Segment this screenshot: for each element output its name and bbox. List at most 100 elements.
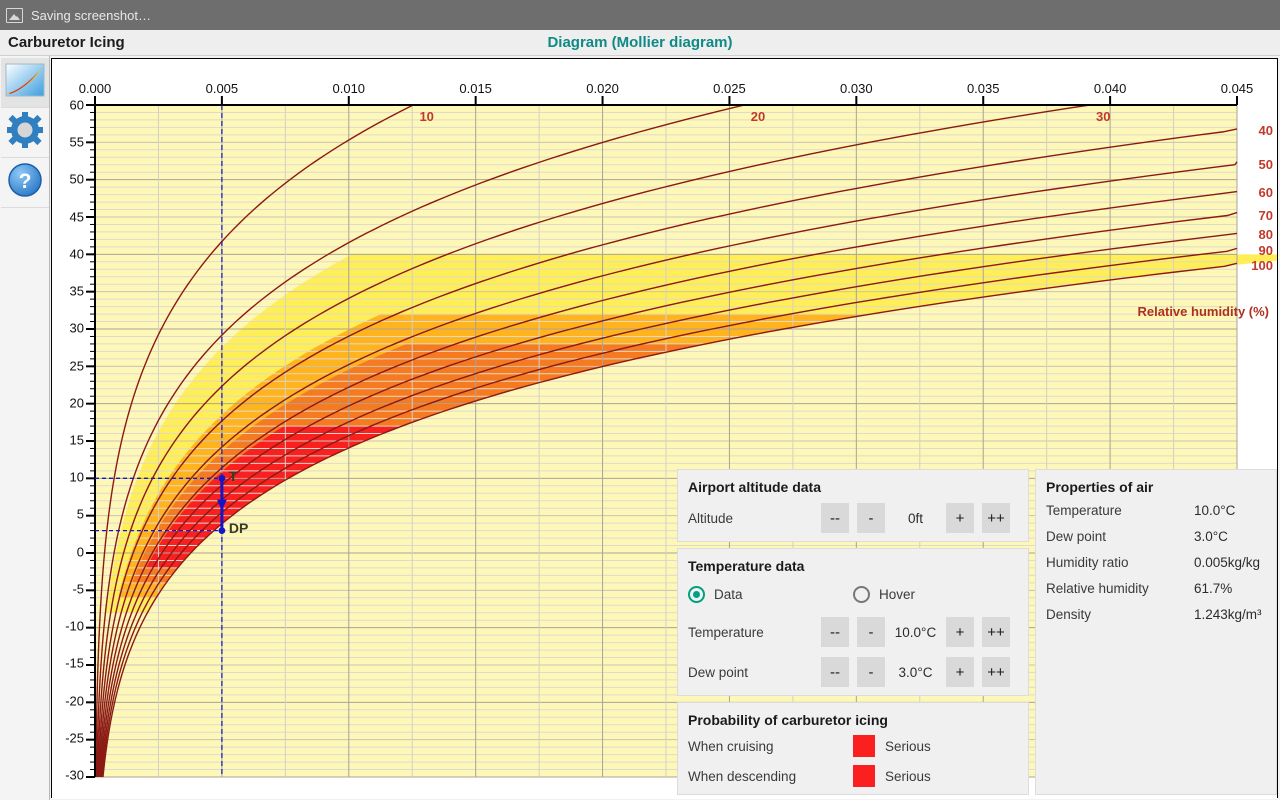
help-icon: ? xyxy=(7,162,43,203)
svg-text:?: ? xyxy=(18,170,31,193)
dew-point-decrement-large-button[interactable]: -- xyxy=(821,657,849,687)
rh-curve-label: 100 xyxy=(1251,258,1273,274)
sidebar-item-settings[interactable] xyxy=(0,108,49,158)
y-axis-tick: 10 xyxy=(69,469,84,485)
temperature-row: Temperature -- - 10.0°C + ++ xyxy=(678,615,1028,655)
probability-row-cruising: When cruising Serious xyxy=(678,734,1028,764)
properties-rows: Temperature 10.0°C Dew point 3.0°C Humidity … xyxy=(1036,501,1276,631)
app-title-bar: Carburetor Icing Diagram (Mollier diagra… xyxy=(0,30,1280,56)
y-axis-tick: -20 xyxy=(65,693,84,709)
rh-curve-label: 20 xyxy=(750,109,766,124)
y-axis-tick: 45 xyxy=(69,209,84,225)
property-value: 1.243kg/m³ xyxy=(1194,607,1262,622)
probability-title: Probability of carburetor icing xyxy=(688,712,888,728)
y-axis-tick: 50 xyxy=(69,171,84,187)
temperature-value: 10.0°C xyxy=(894,624,937,640)
y-axis-tick: 25 xyxy=(69,358,84,373)
temperature-decrement-large-button[interactable]: -- xyxy=(821,617,849,647)
mollier-diagram[interactable]: Temperature (°C) Humidity ratio (kg/kg) … xyxy=(51,58,1278,799)
property-row: Humidity ratio 0.005kg/kg xyxy=(1036,553,1276,579)
properties-of-air-title: Properties of air xyxy=(1046,479,1154,495)
descending-status: Serious xyxy=(885,768,931,784)
airport-altitude-title: Airport altitude data xyxy=(688,479,822,495)
property-name: Relative humidity xyxy=(1046,581,1149,596)
y-axis-tick: -10 xyxy=(65,618,84,634)
temperature-increment-large-button[interactable]: ++ xyxy=(982,617,1011,647)
cruising-status-swatch xyxy=(853,735,875,757)
rh-curve-label: 60 xyxy=(1258,185,1273,201)
x-axis-tick: 0.035 xyxy=(966,81,1000,96)
property-name: Humidity ratio xyxy=(1046,555,1129,570)
altitude-row: Altitude -- - 0ft + ++ xyxy=(678,501,1028,541)
radio-hover-indicator[interactable] xyxy=(853,586,870,603)
point-label-DP: DP xyxy=(228,520,249,537)
y-axis-tick: 35 xyxy=(69,283,84,299)
image-icon xyxy=(6,7,23,23)
property-value: 0.005kg/kg xyxy=(1194,555,1261,570)
dew-point-label: Dew point xyxy=(688,664,749,680)
x-axis-tick: 0.010 xyxy=(332,81,366,96)
relative-humidity-axis-title: Relative humidity (%) xyxy=(1137,303,1269,319)
property-value: 10.0°C xyxy=(1194,503,1236,518)
rh-curve-label: 70 xyxy=(1258,207,1273,223)
property-name: Density xyxy=(1046,607,1092,622)
sidebar-item-diagram[interactable] xyxy=(0,58,49,108)
cruising-label: When cruising xyxy=(688,738,774,754)
property-row: Density 1.243kg/m³ xyxy=(1036,605,1276,631)
sidebar-item-help[interactable]: ? xyxy=(0,158,49,208)
rh-curve-label: 90 xyxy=(1258,243,1273,259)
altitude-increment-large-button[interactable]: ++ xyxy=(982,503,1011,533)
temperature-label: Temperature xyxy=(688,624,764,640)
property-row: Dew point 3.0°C xyxy=(1036,527,1276,553)
point-label-T: T xyxy=(228,468,238,485)
x-axis-tick: 0.005 xyxy=(205,81,239,96)
radio-data-label: Data xyxy=(714,587,743,602)
diagram-icon xyxy=(5,63,45,102)
temperature-increment-button[interactable]: + xyxy=(946,617,975,647)
x-axis-tick: 0.020 xyxy=(586,81,619,96)
y-axis-tick: -5 xyxy=(72,581,84,597)
main-area: ? Temperature (°C) Humidity ratio (kg/kg… xyxy=(0,56,1280,800)
status-bar-text: Saving screenshot… xyxy=(31,7,151,23)
page-title: Diagram (Mollier diagram) xyxy=(547,34,733,51)
radio-hover-label: Hover xyxy=(879,587,916,602)
x-axis-tick: 0.030 xyxy=(840,81,873,96)
dew-point-decrement-button[interactable]: - xyxy=(856,657,885,687)
rh-curve-label: 50 xyxy=(1258,157,1273,173)
temperature-decrement-button[interactable]: - xyxy=(856,617,885,647)
property-row: Temperature 10.0°C xyxy=(1036,501,1276,527)
radio-hover[interactable]: Hover xyxy=(853,586,1018,603)
rh-curve-label: 10 xyxy=(419,109,434,124)
rh-curve-label: 30 xyxy=(1095,109,1111,124)
altitude-decrement-button[interactable]: - xyxy=(856,503,885,533)
app-title: Carburetor Icing xyxy=(8,34,125,51)
dew-point-row: Dew point -- - 3.0°C + ++ xyxy=(678,655,1028,695)
x-axis-tick: 0.000 xyxy=(78,81,112,96)
dew-point-value: 3.0°C xyxy=(898,664,933,680)
y-axis-tick: 5 xyxy=(76,506,84,522)
radio-data-indicator[interactable] xyxy=(688,586,705,603)
dew-point-increment-button[interactable]: + xyxy=(946,657,975,687)
properties-of-air-panel: Properties of air Temperature 10.0°C Dew p… xyxy=(1035,469,1277,795)
x-axis-tick: 0.040 xyxy=(1093,81,1127,96)
airport-altitude-panel: Airport altitude data Altitude -- - 0ft … xyxy=(677,469,1029,542)
cruising-status: Serious xyxy=(885,738,931,754)
left-panel-column: Airport altitude data Altitude -- - 0ft … xyxy=(677,469,1029,795)
property-name: Dew point xyxy=(1046,529,1107,544)
altitude-label: Altitude xyxy=(688,510,734,526)
altitude-decrement-large-button[interactable]: -- xyxy=(821,503,849,533)
y-axis-tick: 20 xyxy=(69,395,84,411)
altitude-increment-button[interactable]: + xyxy=(946,503,975,533)
y-axis-tick: 30 xyxy=(69,320,84,336)
temperature-mode-radio-group: Data Hover xyxy=(678,580,1028,615)
property-row: Relative humidity 61.7% xyxy=(1036,579,1276,605)
property-value: 3.0°C xyxy=(1194,529,1228,544)
radio-data[interactable]: Data xyxy=(688,586,853,603)
android-status-bar: Saving screenshot… xyxy=(0,0,1280,30)
y-axis-tick: 60 xyxy=(69,97,84,113)
y-axis-tick: -15 xyxy=(65,655,84,671)
dew-point-increment-large-button[interactable]: ++ xyxy=(982,657,1011,687)
y-axis-tick: 55 xyxy=(69,134,84,150)
descending-status-swatch xyxy=(853,765,875,787)
property-name: Temperature xyxy=(1046,503,1122,518)
